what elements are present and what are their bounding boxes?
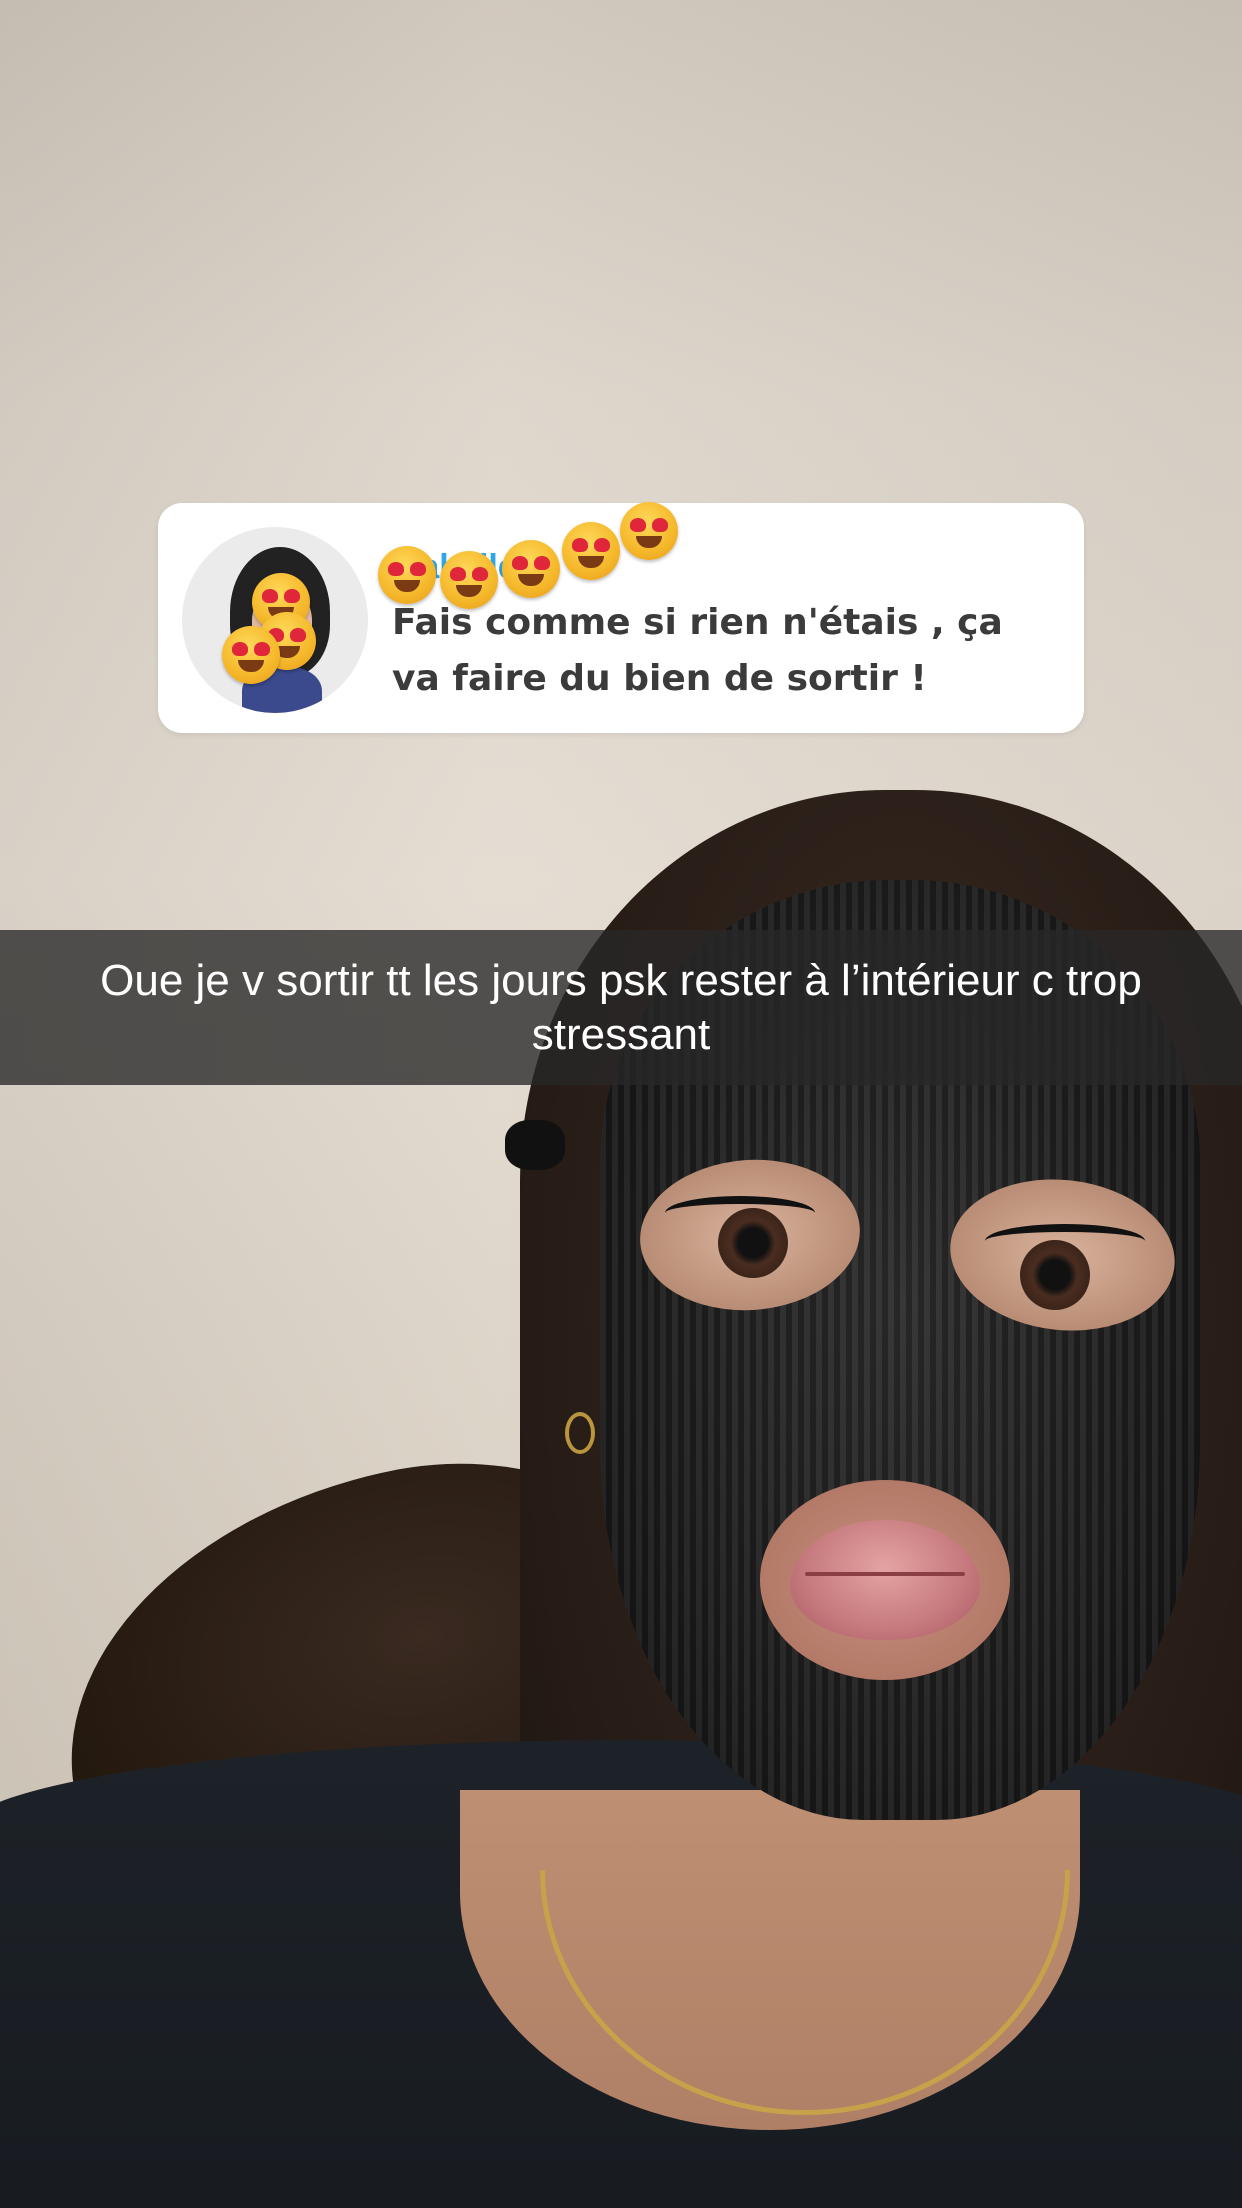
heart-eyes-emoji-icon[interactable] <box>222 626 280 684</box>
lip-line <box>805 1572 965 1576</box>
caption-bar[interactable]: Oue je v sortir tt les jours psk rester … <box>0 930 1242 1085</box>
earring <box>565 1412 595 1454</box>
snap-photo <box>0 0 1242 2208</box>
lips <box>790 1520 980 1640</box>
heart-eyes-emoji-icon[interactable] <box>620 502 678 560</box>
right-eye <box>1020 1240 1090 1310</box>
heart-eyes-emoji-icon[interactable] <box>502 540 560 598</box>
caption-text: Oue je v sortir tt les jours psk rester … <box>100 955 1142 1059</box>
heart-eyes-emoji-icon[interactable] <box>378 546 436 604</box>
hair-clip <box>505 1120 565 1170</box>
heart-eyes-emoji-icon[interactable] <box>562 522 620 580</box>
left-eye <box>718 1208 788 1278</box>
heart-eyes-emoji-icon[interactable] <box>440 551 498 609</box>
reply-message: Fais comme si rien n'étais , ça va faire… <box>392 602 1003 699</box>
